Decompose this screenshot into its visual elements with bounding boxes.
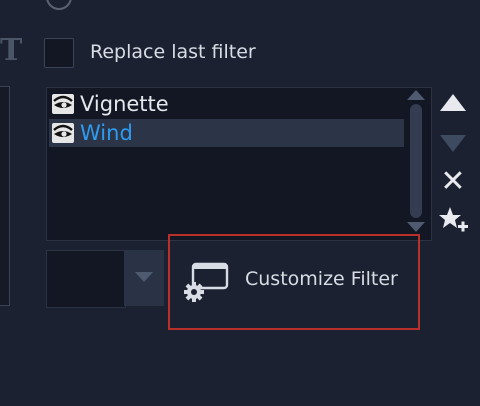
move-down-button[interactable]: [440, 135, 466, 152]
replace-last-filter-label: Replace last filter: [90, 41, 256, 63]
left-panel-edge: [0, 86, 10, 306]
customize-filter-label: Customize Filter: [245, 268, 398, 290]
filter-list[interactable]: Vignette Wind: [46, 87, 432, 241]
customize-filter-button[interactable]: Customize Filter: [182, 258, 412, 304]
add-to-favorites-button[interactable]: [438, 205, 470, 235]
filter-dropdown-field[interactable]: [46, 250, 126, 308]
move-up-button[interactable]: [440, 94, 466, 111]
filter-dropdown-button[interactable]: [124, 250, 164, 306]
scroll-up-arrow-icon[interactable]: [407, 90, 425, 100]
scroll-thumb[interactable]: [410, 104, 422, 218]
scroll-down-arrow-icon[interactable]: [407, 222, 425, 232]
list-item-vignette[interactable]: Vignette: [49, 90, 404, 118]
top-radio-button[interactable]: [46, 0, 72, 10]
eye-icon[interactable]: [52, 94, 74, 114]
list-item-wind[interactable]: Wind: [49, 119, 404, 147]
list-item-label: Vignette: [80, 92, 169, 116]
list-item-label: Wind: [80, 121, 133, 145]
eye-icon[interactable]: [52, 123, 74, 143]
window-gear-icon: [182, 262, 230, 304]
chevron-down-icon: [135, 272, 153, 282]
star-add-icon: [439, 207, 468, 232]
delete-filter-button[interactable]: ✕: [440, 167, 466, 197]
list-scrollbar[interactable]: [404, 88, 428, 236]
text-tool-icon: T: [0, 33, 23, 68]
replace-last-filter-checkbox[interactable]: [44, 38, 74, 68]
